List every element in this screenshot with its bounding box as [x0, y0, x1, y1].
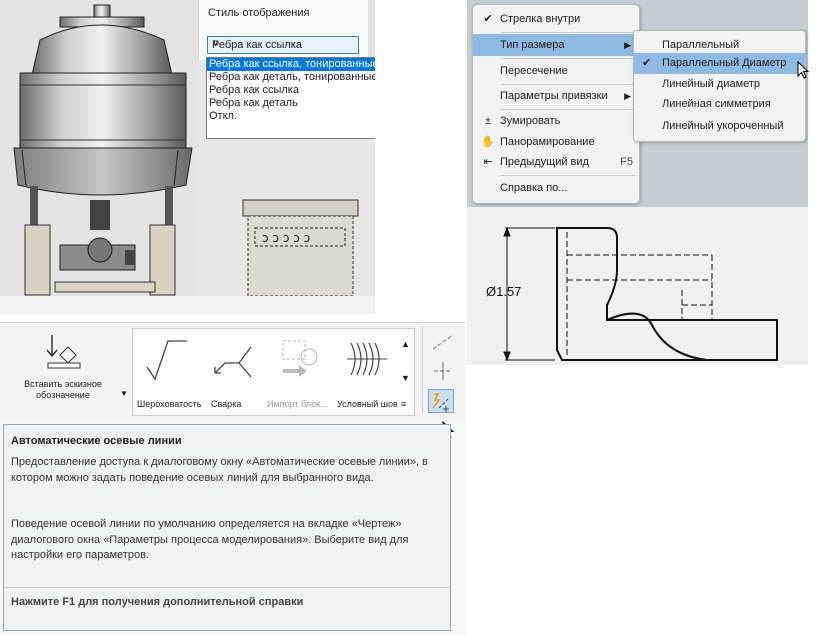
automated-centerlines-button[interactable]: [428, 389, 454, 413]
display-style-option[interactable]: Ребра как деталь, тонированные: [207, 71, 375, 84]
checkmark-icon: ✔: [642, 57, 652, 69]
diameter-dimension-label[interactable]: Ø1.57: [486, 284, 521, 299]
menu-separator: [501, 175, 635, 176]
submenu-item-label: Параллельный Диаметр: [662, 57, 787, 69]
menu-item-dimension-type[interactable]: Тип размера ▶: [473, 34, 639, 56]
ribbon-tooltip-panel: Вставить эскизное обозначение ▼ Шерохова…: [0, 322, 466, 635]
annotation-gallery: Шероховатость Сварка Импорт блок... Усло…: [132, 328, 415, 416]
tooltip-paragraph: Предоставление доступа к диалоговому окн…: [11, 456, 428, 484]
tooltip-divider: [4, 587, 450, 588]
panel-scrollbar[interactable]: [368, 0, 375, 60]
insert-sketch-symbol-button[interactable]: Вставить эскизное обозначение ▼: [8, 327, 128, 413]
submenu-item-parallel-diameter[interactable]: ✔ Параллельный Диаметр: [634, 53, 805, 74]
menu-item-arrow-inside[interactable]: ✔ Стрелка внутри: [473, 8, 639, 30]
menu-item-pan[interactable]: ✋ Панорамирование: [473, 131, 639, 153]
ribbon-panel: Вставить эскизное обозначение ▼ Шерохова…: [0, 323, 466, 419]
pan-hand-icon: ✋: [481, 136, 495, 148]
menu-item-label: Стрелка внутри: [500, 13, 581, 25]
menu-item-label: Пересечение: [500, 65, 568, 77]
menu-item-snap-options[interactable]: Параметры привязки ▶: [473, 85, 639, 107]
submenu-item-linear-foreshortened[interactable]: Линейный укороченный: [634, 116, 805, 137]
previous-view-icon: ⇤: [483, 156, 493, 168]
tooltip: Автоматические осевые линии Предоставлен…: [3, 424, 451, 631]
dropdown-arrow-icon[interactable]: ▼: [120, 389, 128, 398]
menu-item-label: Предыдущий вид: [500, 156, 589, 168]
menu-item-label: Панорамирование: [500, 136, 595, 148]
caterpillar-label: Условный шов: [337, 399, 398, 409]
menu-item-label: Зумировать: [500, 115, 561, 127]
submenu-item-label: Линейная симметрия: [662, 98, 771, 110]
import-block-label: Импорт блок...: [267, 399, 328, 409]
tooltip-paragraph: Поведение осевой линии по умолчанию опре…: [11, 518, 409, 561]
sketch-symbol-icon: [46, 335, 81, 369]
chevron-down-icon[interactable]: ∨: [212, 38, 352, 49]
submenu-item-linear-symmetry[interactable]: Линейная симметрия: [634, 94, 805, 115]
floor-strip: [0, 296, 375, 314]
display-style-option[interactable]: Ребра как деталь: [207, 97, 375, 110]
menu-item-zoom[interactable]: ± Зумировать: [473, 110, 639, 132]
weld-icon: [214, 346, 252, 378]
menu-item-label: Справка по...: [500, 182, 568, 194]
surface-texture-icon: [146, 340, 187, 381]
gallery-scroll-down-icon[interactable]: ▼: [401, 373, 410, 383]
gallery-scroll-up-icon[interactable]: ▲: [401, 339, 410, 349]
weld-label: Сварка: [211, 399, 242, 409]
import-block-icon: [282, 340, 318, 377]
tooltip-footer: Нажмите F1 для получения дополнительной …: [11, 596, 304, 608]
ribbon-separator: [422, 327, 423, 413]
menu-item-label: Тип размера: [500, 39, 565, 51]
caterpillar-button[interactable]: Условный шов: [337, 333, 401, 411]
submenu-arrow-icon: ▶: [624, 91, 631, 101]
display-style-option[interactable]: Ребра как ссылка: [207, 84, 375, 97]
centerline-icon[interactable]: [431, 331, 455, 353]
context-menu: ✔ Стрелка внутри Тип размера ▶ Пересечен…: [472, 4, 640, 204]
gallery-expand-icon[interactable]: ≡: [401, 399, 406, 409]
menu-separator: [501, 32, 635, 33]
display-style-dropdown: Ребра как ссылка, тонированные Ребра как…: [206, 57, 375, 139]
submenu-arrow-icon: ▶: [624, 40, 631, 50]
display-style-option[interactable]: Откл.: [207, 110, 375, 123]
submenu-item-label: Линейный диаметр: [662, 78, 761, 90]
weld-button[interactable]: Сварка: [203, 333, 263, 411]
checkmark-icon: ✔: [483, 13, 493, 25]
menu-item-label: Параметры привязки: [500, 90, 608, 102]
context-menu-panel: ✔ Стрелка внутри Тип размера ▶ Пересечен…: [467, 0, 810, 365]
menu-item-intersection[interactable]: Пересечение: [473, 60, 639, 82]
submenu-item-linear-diameter[interactable]: Линейный диаметр: [634, 74, 805, 95]
submenu-item-label: Линейный укороченный: [662, 120, 784, 132]
display-style-select[interactable]: Ребра как ссылка ∨: [207, 36, 359, 54]
menu-item-shortcut: F5: [620, 156, 633, 168]
zoom-icon: ±: [484, 115, 492, 127]
menu-item-help[interactable]: Справка по...: [473, 177, 639, 199]
insert-sketch-symbol-label: Вставить эскизное обозначение: [24, 379, 102, 400]
mouse-cursor-icon: [797, 61, 810, 79]
svg-text:ɔ ɔ ɔ ɔ ɔ: ɔ ɔ ɔ ɔ ɔ: [262, 231, 310, 245]
surface-texture-button[interactable]: Шероховатость: [137, 333, 201, 411]
model-view-panel: ɔ ɔ ɔ ɔ ɔ Стиль отображения Ребра как сс…: [0, 0, 375, 314]
display-style-option[interactable]: Ребра как ссылка, тонированные: [207, 58, 375, 71]
import-block-button[interactable]: Импорт блок...: [267, 333, 335, 411]
menu-separator: [501, 58, 635, 59]
tooltip-title: Автоматические осевые линии: [11, 435, 182, 447]
surface-texture-label: Шероховатость: [137, 399, 202, 409]
caterpillar-icon: [347, 342, 387, 376]
center-mark-icon[interactable]: [431, 360, 455, 382]
display-style-label: Стиль отображения: [208, 7, 310, 19]
menu-item-previous-view[interactable]: ⇤ Предыдущий вид F5: [473, 151, 639, 173]
dimension-type-submenu: Параллельный ✔ Параллельный Диаметр Лине…: [633, 30, 806, 142]
automated-centerlines-icon: [432, 393, 450, 412]
